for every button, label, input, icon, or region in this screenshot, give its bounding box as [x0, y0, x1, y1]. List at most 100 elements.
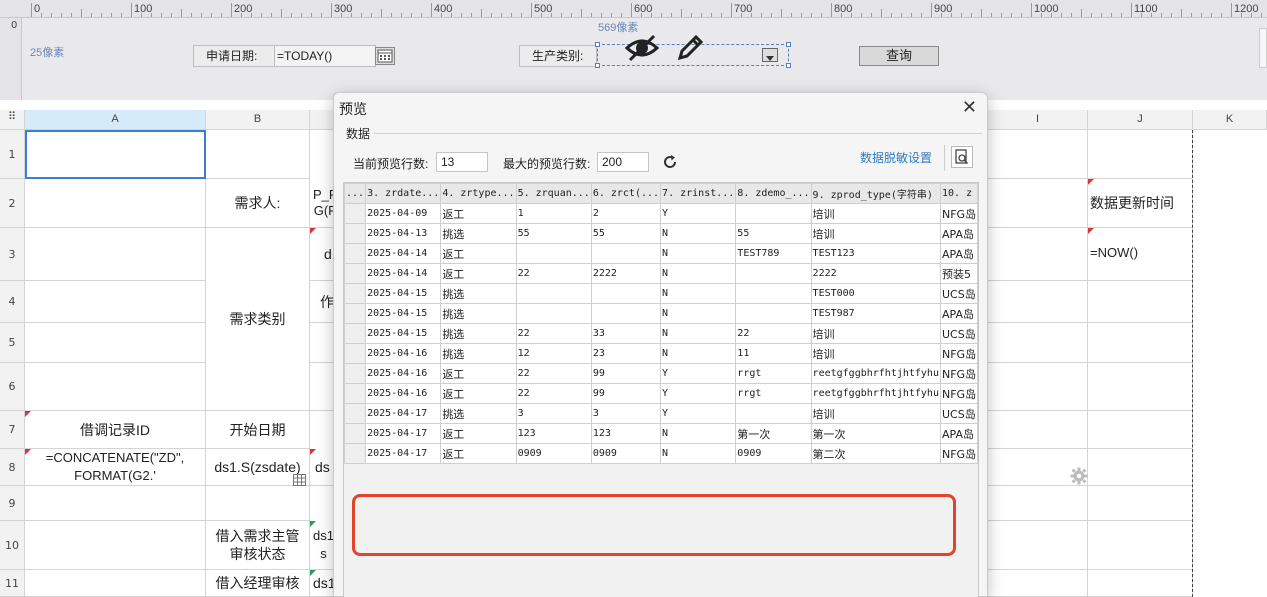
table-cell[interactable]: TEST789 [735, 243, 812, 264]
table-cell[interactable]: N [660, 243, 737, 264]
table-cell[interactable]: Y [660, 363, 737, 384]
table-column-header[interactable]: 3. zrdate... [365, 183, 442, 204]
table-cell[interactable]: 2025-04-17 [365, 403, 442, 424]
table-cell[interactable]: 返工 [440, 263, 517, 284]
cell-j5[interactable] [1088, 323, 1193, 363]
table-row[interactable]: 2025-04-14 返工 N TEST789 TEST123 APA岛 [344, 243, 978, 264]
table-row[interactable]: 2025-04-09 返工 1 2 Y 培训 NFG岛 [344, 203, 978, 224]
cell-j3[interactable]: =NOW() [1088, 228, 1193, 281]
table-cell[interactable]: APA岛 [939, 243, 978, 264]
table-cell[interactable]: 2025-04-16 [365, 363, 442, 384]
table-cell[interactable]: 12 [515, 343, 592, 364]
table-cell[interactable]: 第一次 [810, 423, 941, 444]
table-cell[interactable] [344, 243, 367, 264]
table-cell[interactable]: 挑选 [440, 403, 517, 424]
cell-a8[interactable]: =CONCATENATE("ZD", FORMAT(G2.' [25, 449, 206, 486]
table-cell[interactable]: TEST000 [810, 283, 941, 304]
table-row[interactable]: 2025-04-16 挑选 12 23 N 11 培训 NFG岛 [344, 343, 978, 364]
table-cell[interactable]: rrgt [735, 363, 812, 384]
preview-data-table[interactable]: ... 3. zrdate... 4. zrtype... 5. zrquan... 6… [343, 182, 979, 597]
cell-b1[interactable] [206, 130, 310, 179]
table-cell[interactable]: 2025-04-17 [365, 443, 442, 464]
cell-i5[interactable] [988, 323, 1088, 363]
table-cell[interactable]: 22 [515, 323, 592, 344]
query-button[interactable]: 查询 [859, 46, 939, 66]
col-header-b[interactable]: B [206, 110, 310, 130]
table-cell[interactable]: N [660, 343, 737, 364]
table-cell[interactable]: 22 [735, 323, 812, 344]
cell-c6[interactable] [310, 363, 334, 411]
table-cell[interactable]: N [660, 223, 737, 244]
table-cell[interactable]: 1 [515, 203, 592, 224]
table-cell[interactable]: NFG岛 [939, 343, 978, 364]
data-masking-settings-link[interactable]: 数据脱敏设置 [860, 149, 932, 166]
table-cell[interactable]: 2025-04-13 [365, 223, 442, 244]
max-rows-input[interactable]: 200 [597, 152, 649, 172]
cell-c2[interactable]: P_F G(F [310, 179, 334, 228]
table-row[interactable]: 2025-04-17 返工 123 123 N 第一次 第一次 APA岛 [344, 423, 978, 444]
table-cell[interactable]: 0909 [590, 443, 662, 464]
cell-a6[interactable] [25, 363, 206, 411]
table-row[interactable]: 2025-04-17 返工 0909 0909 N 0909 第二次 NFG岛 [344, 443, 978, 464]
table-cell[interactable]: 第二次 [810, 443, 941, 464]
table-cell[interactable]: UCS岛 [939, 283, 978, 304]
table-cell[interactable]: 返工 [440, 363, 517, 384]
gear-icon[interactable] [1070, 467, 1088, 489]
cell-a10[interactable] [25, 521, 206, 570]
cell-c3[interactable]: d [310, 228, 334, 281]
table-cell[interactable]: 培训 [810, 343, 941, 364]
table-cell[interactable] [590, 243, 662, 264]
table-cell[interactable] [344, 403, 367, 424]
table-cell[interactable]: APA岛 [939, 423, 978, 444]
table-column-header[interactable]: 8. zdemo_... [735, 183, 812, 204]
cell-a7[interactable]: 借调记录ID [25, 411, 206, 449]
table-cell[interactable]: N [660, 443, 737, 464]
table-cell[interactable]: NFG岛 [939, 363, 978, 384]
cell-i4[interactable] [988, 281, 1088, 323]
table-cell[interactable] [735, 303, 812, 324]
table-cell[interactable]: 2025-04-14 [365, 243, 442, 264]
table-cell[interactable] [344, 343, 367, 364]
table-cell[interactable]: 返工 [440, 243, 517, 264]
table-cell[interactable]: 23 [590, 343, 662, 364]
table-cell[interactable]: 返工 [440, 383, 517, 404]
cell-i10[interactable] [988, 521, 1088, 570]
table-cell[interactable]: Y [660, 203, 737, 224]
table-cell[interactable]: 55 [515, 223, 592, 244]
cell-a1-selected[interactable] [25, 130, 206, 179]
table-cell[interactable]: 2222 [810, 263, 941, 284]
table-column-header[interactable]: 4. zrtype... [440, 183, 517, 204]
table-cell[interactable] [344, 223, 367, 244]
table-cell[interactable]: 培训 [810, 203, 941, 224]
table-cell[interactable] [344, 203, 367, 224]
table-cell[interactable]: 22 [515, 383, 592, 404]
cell-i3[interactable] [988, 228, 1088, 281]
table-cell[interactable]: APA岛 [939, 303, 978, 324]
table-row[interactable]: 2025-04-15 挑选 N TEST987 APA岛 [344, 303, 978, 324]
table-cell[interactable] [515, 243, 592, 264]
cell-b9[interactable] [206, 486, 310, 521]
row-header[interactable]: 2 [0, 179, 25, 228]
dropdown-arrow-icon[interactable] [762, 48, 778, 62]
table-column-header[interactable]: 9. zprod_type(字符串) [810, 183, 941, 204]
table-cell[interactable]: N [660, 323, 737, 344]
table-cell[interactable]: 挑选 [440, 223, 517, 244]
table-cell[interactable] [590, 303, 662, 324]
table-cell[interactable]: 2222 [590, 263, 662, 284]
table-cell[interactable] [735, 203, 812, 224]
table-cell[interactable]: 2025-04-09 [365, 203, 442, 224]
calendar-icon[interactable] [375, 47, 395, 65]
cell-j8[interactable] [1088, 449, 1193, 486]
table-row[interactable]: 2025-04-16 返工 22 99 Yrrgt reetgfggbhrfhtjhtfy… [344, 363, 978, 384]
cell-b3-merged[interactable]: 需求类别 [206, 228, 310, 411]
table-column-header[interactable]: 6. zrct(... [590, 183, 662, 204]
row-header[interactable]: 1 [0, 130, 25, 179]
table-cell[interactable]: 挑选 [440, 303, 517, 324]
table-row[interactable]: 2025-04-14 返工 22 2222 N 2222 预装5 [344, 263, 978, 284]
row-header[interactable]: 6 [0, 363, 25, 411]
table-cell[interactable] [735, 283, 812, 304]
table-cell[interactable]: Y [660, 403, 737, 424]
cell-j9[interactable] [1088, 486, 1193, 521]
table-cell[interactable]: reetgfggbhrfhtjhtfyhu [810, 383, 941, 404]
table-cell[interactable]: 3 [590, 403, 662, 424]
